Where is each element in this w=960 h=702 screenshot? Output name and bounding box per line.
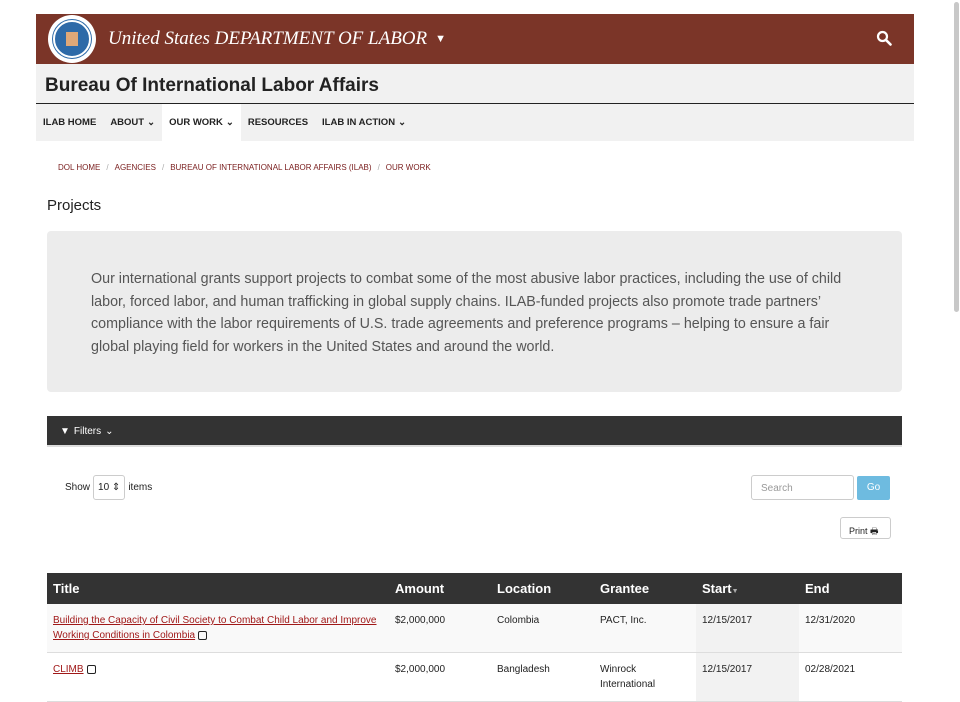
intro-text: Our international grants support project… [47,231,902,392]
table-row: Building the Capacity of Civil Society t… [47,604,902,653]
go-button[interactable]: Go [857,476,890,500]
column-end[interactable]: End [799,573,902,604]
chevron-down-icon: ⌄ [105,426,114,437]
filter-icon: ▼ [60,426,70,437]
table-row: CLIMB $2,000,000 Bangladesh Winrock Inte… [47,652,902,702]
search-input[interactable]: Search [751,475,854,500]
scrollbar-thumb[interactable] [954,2,959,312]
nav-ilab-in-action[interactable]: ILAB IN ACTION ⌄ [315,104,413,141]
project-link[interactable]: Building the Capacity of Civil Society t… [53,615,377,641]
bureau-title: Bureau Of International Labor Affairs [36,64,914,104]
sort-desc-icon: ▼ [731,588,739,595]
column-location[interactable]: Location [491,573,594,604]
breadcrumb-link[interactable]: OUR WORK [386,163,431,172]
page-size-control: Show 10 ⇕ items [65,475,152,500]
column-start[interactable]: Start▼ [696,573,799,604]
filters-toggle[interactable]: ▼ Filters ⌄ [47,416,902,447]
main-nav: ILAB HOME ABOUT ⌄ OUR WORK ⌄ RESOURCES ILA… [36,104,914,141]
print-button[interactable]: Print 🖶 [840,517,891,539]
nav-ilab-home[interactable]: ILAB HOME [36,104,103,141]
column-amount[interactable]: Amount [389,573,491,604]
expand-icon[interactable] [86,664,96,674]
breadcrumb-link[interactable]: AGENCIES [115,163,156,172]
page-size-select[interactable]: 10 ⇕ [93,475,126,500]
agency-name[interactable]: United States DEPARTMENT OF LABOR [108,28,427,50]
chevron-down-icon: ⌄ [225,117,234,128]
dol-seal-logo[interactable] [48,15,96,63]
project-link[interactable]: CLIMB [53,664,84,675]
chevron-down-icon: ⌄ [398,117,407,128]
column-grantee[interactable]: Grantee [594,573,696,604]
breadcrumb-link[interactable]: BUREAU OF INTERNATIONAL LABOR AFFAIRS (I… [170,163,371,172]
caret-down-icon[interactable]: ▼ [435,33,446,45]
nav-our-work[interactable]: OUR WORK ⌄ [162,104,241,141]
nav-resources[interactable]: RESOURCES [241,104,315,141]
scrollbar[interactable] [953,0,960,681]
page-title: Projects [47,197,102,214]
projects-table: Title Amount Location Grantee Start▼ End… [47,573,902,702]
expand-icon[interactable] [198,630,208,640]
breadcrumb: DOL HOME / AGENCIES / BUREAU OF INTERNATIO… [58,163,431,172]
search-icon[interactable] [876,30,892,46]
dol-header: United States DEPARTMENT OF LABOR ▼ [36,14,914,64]
printer-icon: 🖶 [870,526,879,536]
column-title[interactable]: Title [47,573,389,604]
chevron-down-icon: ⌄ [147,117,156,128]
nav-about[interactable]: ABOUT ⌄ [103,104,162,141]
breadcrumb-link[interactable]: DOL HOME [58,163,100,172]
